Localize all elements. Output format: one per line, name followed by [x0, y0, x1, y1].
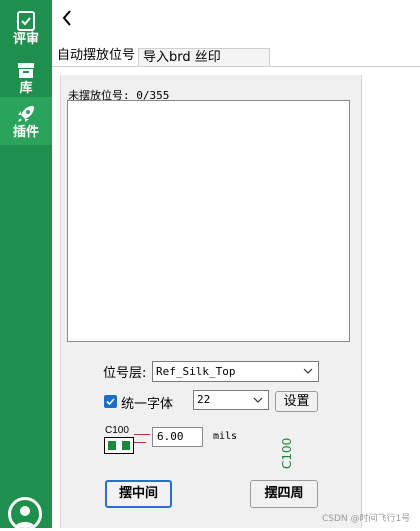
tab-import-brd-silk[interactable]: 导入brd 丝印: [138, 48, 270, 66]
watermark: CSDN @时间飞行1号: [322, 514, 411, 524]
check-icon: [17, 11, 35, 31]
footprint-icon: [104, 437, 134, 454]
unify-font-label: 统一字体: [121, 397, 174, 412]
layer-select[interactable]: Ref_Silk_Top: [152, 361, 319, 382]
rotated-preview-label: C100: [280, 437, 294, 469]
offset-input[interactable]: 6.00: [152, 427, 203, 447]
place-center-button[interactable]: 摆中间: [105, 480, 172, 508]
offset-indicator-line: [134, 442, 146, 443]
user-icon: [15, 506, 35, 528]
layer-select-value: Ref_Silk_Top: [156, 365, 236, 378]
avatar[interactable]: [8, 497, 42, 531]
layer-label: 位号层:: [103, 366, 147, 381]
font-settings-button[interactable]: 设置: [275, 391, 318, 412]
sidebar-item-label: 评审: [12, 32, 39, 47]
footprint-ref-label: C100: [105, 425, 129, 436]
checkmark-icon: [106, 398, 115, 406]
offset-unit: mils: [213, 431, 238, 442]
tab-bar: 自动摆放位号 导入brd 丝印: [52, 46, 420, 66]
back-arrow-icon[interactable]: [60, 8, 74, 28]
place-around-button[interactable]: 摆四周: [250, 480, 318, 508]
chevron-down-icon: [303, 368, 313, 374]
sidebar: 评审 库 插件: [0, 0, 52, 531]
font-size-select[interactable]: 22: [193, 390, 269, 410]
tab-auto-place[interactable]: 自动摆放位号: [57, 46, 137, 66]
offset-indicator-line: [134, 434, 150, 435]
box-icon: [18, 63, 34, 78]
sidebar-item-library[interactable]: 库: [0, 53, 52, 101]
tab-divider: [52, 66, 420, 67]
sidebar-item-label: 插件: [12, 125, 39, 140]
sidebar-item-label: 库: [19, 81, 33, 96]
font-size-value: 22: [197, 393, 211, 406]
refdes-listbox[interactable]: [67, 100, 350, 342]
sidebar-item-plugins[interactable]: 插件: [0, 97, 52, 145]
rocket-icon: [18, 106, 34, 122]
chevron-down-icon: [253, 397, 263, 403]
unify-font-checkbox[interactable]: [104, 395, 117, 408]
sidebar-item-review[interactable]: 评审: [0, 4, 52, 52]
